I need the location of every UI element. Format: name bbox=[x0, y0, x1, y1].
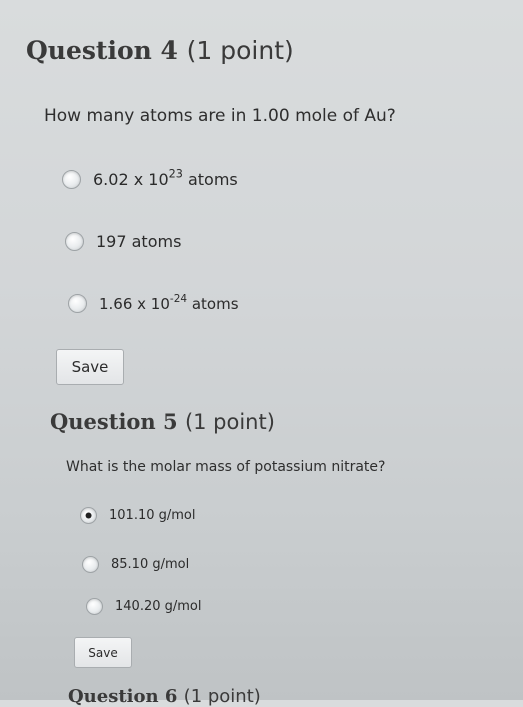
radio-button-selected[interactable] bbox=[80, 507, 97, 524]
option-label: 6.02 x 1023 atoms bbox=[93, 167, 238, 189]
question-5-save-button[interactable]: Save bbox=[74, 637, 132, 668]
question-4-option-3[interactable]: 1.66 x 10-24 atoms bbox=[68, 292, 239, 313]
radio-button[interactable] bbox=[65, 232, 84, 251]
option-text: 140.20 g/mol bbox=[115, 599, 202, 614]
radio-button[interactable] bbox=[62, 170, 81, 189]
question-4-number: Question 4 bbox=[26, 36, 178, 65]
radio-button[interactable] bbox=[82, 556, 99, 573]
question-4-save-button[interactable]: Save bbox=[56, 349, 124, 385]
option-text: 1.66 x 10 bbox=[99, 294, 170, 313]
question-5-option-1[interactable]: 101.10 g/mol bbox=[80, 507, 195, 524]
question-5-text: What is the molar mass of potassium nitr… bbox=[66, 459, 386, 475]
option-unit: atoms bbox=[182, 170, 238, 189]
radio-button[interactable] bbox=[68, 294, 87, 313]
option-text: 6.02 x 10 bbox=[93, 170, 169, 189]
question-5-number: Question 5 bbox=[50, 409, 178, 434]
question-6-title: Question 6 (1 point) bbox=[68, 686, 261, 707]
option-unit: atoms bbox=[187, 294, 239, 313]
question-4-title: Question 4 (1 point) bbox=[26, 36, 294, 65]
option-label: 197 atoms bbox=[96, 232, 181, 251]
question-4-option-2[interactable]: 197 atoms bbox=[65, 232, 181, 251]
radio-button[interactable] bbox=[86, 598, 103, 615]
question-4-points: (1 point) bbox=[186, 36, 294, 65]
option-text: 85.10 g/mol bbox=[111, 557, 190, 572]
question-6-number: Question 6 bbox=[68, 686, 178, 707]
option-text: 197 atoms bbox=[96, 232, 182, 251]
option-exponent: 23 bbox=[168, 167, 183, 181]
quiz-page: Question 4 (1 point) How many atoms are … bbox=[0, 0, 523, 707]
question-5-option-3[interactable]: 140.20 g/mol bbox=[86, 598, 201, 615]
option-text: 101.10 g/mol bbox=[109, 508, 196, 523]
question-5-points: (1 point) bbox=[184, 410, 275, 434]
question-6-points: (1 point) bbox=[183, 686, 261, 707]
question-4-option-1[interactable]: 6.02 x 1023 atoms bbox=[62, 167, 238, 189]
option-label: 85.10 g/mol bbox=[111, 557, 189, 572]
question-4-text: How many atoms are in 1.00 mole of Au? bbox=[44, 106, 396, 126]
question-5-option-2[interactable]: 85.10 g/mol bbox=[82, 556, 189, 573]
question-5-title: Question 5 (1 point) bbox=[50, 409, 275, 434]
option-label: 101.10 g/mol bbox=[109, 508, 195, 523]
option-label: 1.66 x 10-24 atoms bbox=[99, 292, 239, 313]
option-label: 140.20 g/mol bbox=[115, 599, 201, 614]
option-exponent: -24 bbox=[169, 292, 188, 305]
